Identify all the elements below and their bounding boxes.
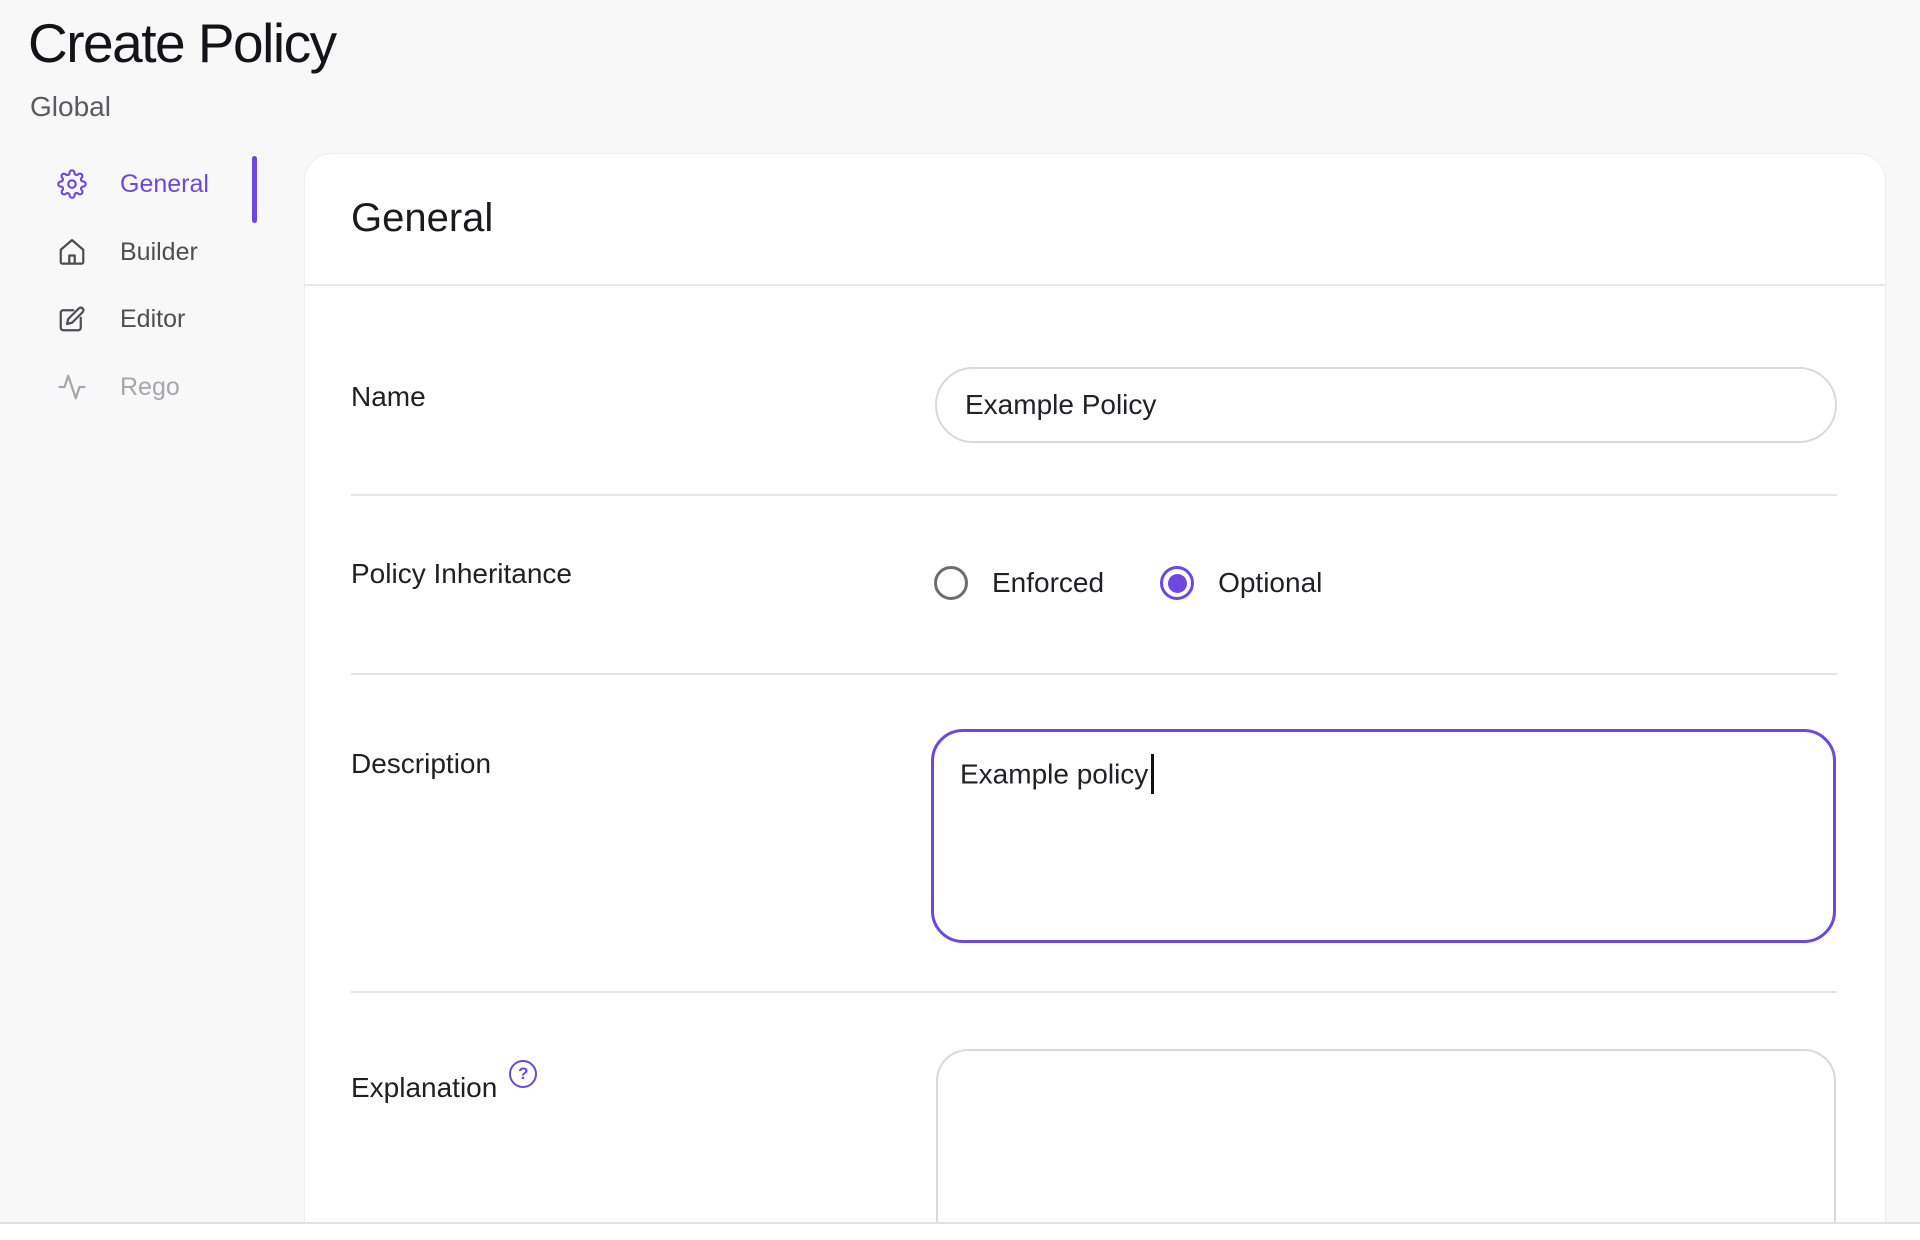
radio-enforced[interactable] bbox=[934, 566, 968, 600]
radio-enforced-label: Enforced bbox=[992, 569, 1104, 597]
page-title: Create Policy bbox=[28, 12, 336, 75]
sidebar-item-editor[interactable]: Editor bbox=[56, 300, 185, 338]
name-input[interactable]: Example Policy bbox=[935, 367, 1837, 443]
description-input-value: Example policy bbox=[960, 758, 1148, 789]
radio-optional[interactable] bbox=[1160, 566, 1194, 600]
policy-inheritance-radio-group: Enforced Optional bbox=[934, 560, 1322, 606]
gear-icon bbox=[56, 168, 88, 200]
row-divider bbox=[351, 494, 1837, 496]
description-label: Description bbox=[351, 748, 491, 780]
radio-option-optional[interactable]: Optional bbox=[1160, 566, 1322, 600]
name-label: Name bbox=[351, 381, 426, 413]
text-caret bbox=[1151, 754, 1154, 794]
sidebar-item-builder[interactable]: Builder bbox=[56, 233, 198, 271]
general-panel: General Name Example Policy Policy Inher… bbox=[304, 153, 1886, 1240]
sidebar-item-general[interactable]: General bbox=[56, 165, 209, 203]
sidebar-item-label: Editor bbox=[120, 307, 185, 332]
sidebar-item-label: General bbox=[120, 172, 209, 197]
explanation-label: Explanation bbox=[351, 1072, 497, 1104]
radio-option-enforced[interactable]: Enforced bbox=[934, 566, 1104, 600]
name-input-value: Example Policy bbox=[965, 389, 1156, 421]
row-divider bbox=[351, 673, 1837, 675]
create-policy-page: Create Policy Global General Builder Ed bbox=[0, 0, 1920, 1240]
policy-inheritance-label: Policy Inheritance bbox=[351, 558, 572, 590]
page-subtitle: Global bbox=[30, 92, 111, 123]
activity-icon bbox=[56, 371, 88, 403]
home-icon bbox=[56, 236, 88, 268]
explanation-input[interactable] bbox=[936, 1049, 1836, 1240]
sidebar-item-label: Builder bbox=[120, 240, 198, 265]
active-tab-indicator bbox=[252, 156, 257, 223]
row-divider bbox=[351, 991, 1837, 993]
viewport-bottom-strip bbox=[0, 1222, 1920, 1240]
explanation-label-row: Explanation ? bbox=[351, 1072, 537, 1104]
edit-icon bbox=[56, 303, 88, 335]
panel-heading: General bbox=[351, 196, 493, 240]
description-input[interactable]: Example policy bbox=[931, 729, 1836, 943]
sidebar-item-rego: Rego bbox=[56, 368, 180, 406]
sidebar-item-label: Rego bbox=[120, 375, 180, 400]
header-divider bbox=[305, 284, 1885, 286]
radio-optional-label: Optional bbox=[1218, 569, 1322, 597]
question-circle-icon[interactable]: ? bbox=[509, 1060, 537, 1088]
